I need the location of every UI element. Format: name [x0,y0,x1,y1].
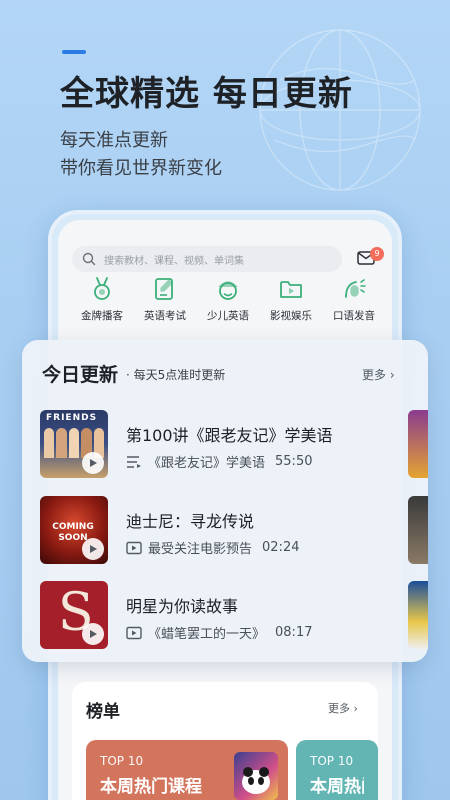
category-kids[interactable]: 少儿英语 [198,276,258,323]
ranking-tile-hot-second[interactable]: TOP 10 本周热门 [296,740,378,800]
video-icon [126,541,142,554]
category-speaking[interactable]: 口语发音 [324,276,384,323]
episode-duration: 08:17 [275,625,313,640]
ranking-cover-image [234,752,278,800]
category-label: 少儿英语 [207,310,249,322]
video-folder-icon [280,281,302,298]
today-more-link[interactable]: 更多 › [362,366,395,383]
episode-source: 《跟老友记》学美语 [148,456,266,471]
category-video[interactable]: 影视娱乐 [261,276,321,323]
list-item[interactable]: COMING SOON 迪士尼：寻龙传说 最受关注电影预告 02:24 [40,496,420,564]
speaking-mic-icon [345,279,366,298]
episode-duration: 55:50 [275,454,313,469]
next-thumbnail-peek [408,410,428,478]
medal-icon [94,277,110,300]
accent-bar [62,50,86,54]
ranking-tile-top: TOP 10 [310,754,354,768]
today-subtitle: · 每天5点准时更新 [126,368,226,382]
episode-thumbnail: FRIENDS [40,410,108,478]
thumbnail-text: FRIENDS [46,413,98,423]
ranking-title: 榜单 [86,702,120,722]
ranking-more-link[interactable]: 更多 › [328,700,358,716]
exam-pencil-icon [155,278,173,300]
today-title: 今日更新 [42,364,119,386]
play-icon[interactable] [82,623,104,645]
episode-source: 《蜡笔罢工的一天》 [148,627,266,642]
episode-meta: 《跟老友记》学美语 55:50 [126,452,312,471]
category-label: 英语考试 [144,310,186,322]
list-icon [127,455,141,468]
hero-subtitle-line-2: 带你看见世界新变化 [60,158,222,179]
category-podcast[interactable]: 金牌播客 [72,276,132,323]
list-item[interactable]: S 明星为你读故事 《蜡笔罢工的一天》 08:17 [40,581,420,649]
message-badge: 9 [370,247,384,261]
episode-duration: 02:24 [262,540,300,555]
search-icon [82,252,96,266]
hero-subtitle-line-1: 每天准点更新 [60,130,168,151]
next-thumbnail-peek [408,581,428,649]
episode-title: 迪士尼：寻龙传说 [126,512,255,531]
episode-meta: 最受关注电影预告 02:24 [126,538,299,557]
category-row: 金牌播客 英语考试 少儿英语 影视娱乐 口语发音 [72,276,384,323]
video-icon [126,626,142,639]
ranking-tile-name: 本周热门 [310,777,364,797]
category-label: 金牌播客 [81,310,123,322]
episode-title: 明星为你读故事 [126,597,239,616]
list-item[interactable]: FRIENDS 第100讲《跟老友记》学美语 《跟老友记》学美语 55:50 [40,410,420,478]
episode-meta: 《蜡笔罢工的一天》 08:17 [126,623,312,642]
category-label: 口语发音 [333,310,375,322]
category-exam[interactable]: 英语考试 [135,276,195,323]
episode-thumbnail: COMING SOON [40,496,108,564]
search-placeholder: 搜索教材、课程、视频、单词集 [104,255,244,267]
episode-title: 第100讲《跟老友记》学美语 [126,426,333,445]
next-thumbnail-peek [408,496,428,564]
kid-face-icon [218,281,238,300]
episode-thumbnail: S [40,581,108,649]
play-icon[interactable] [82,538,104,560]
episode-source: 最受关注电影预告 [148,542,253,557]
hero-title: 全球精选 每日更新 [60,74,353,114]
search-input[interactable]: 搜索教材、课程、视频、单词集 [72,246,342,272]
category-label: 影视娱乐 [270,310,312,322]
play-icon[interactable] [82,452,104,474]
